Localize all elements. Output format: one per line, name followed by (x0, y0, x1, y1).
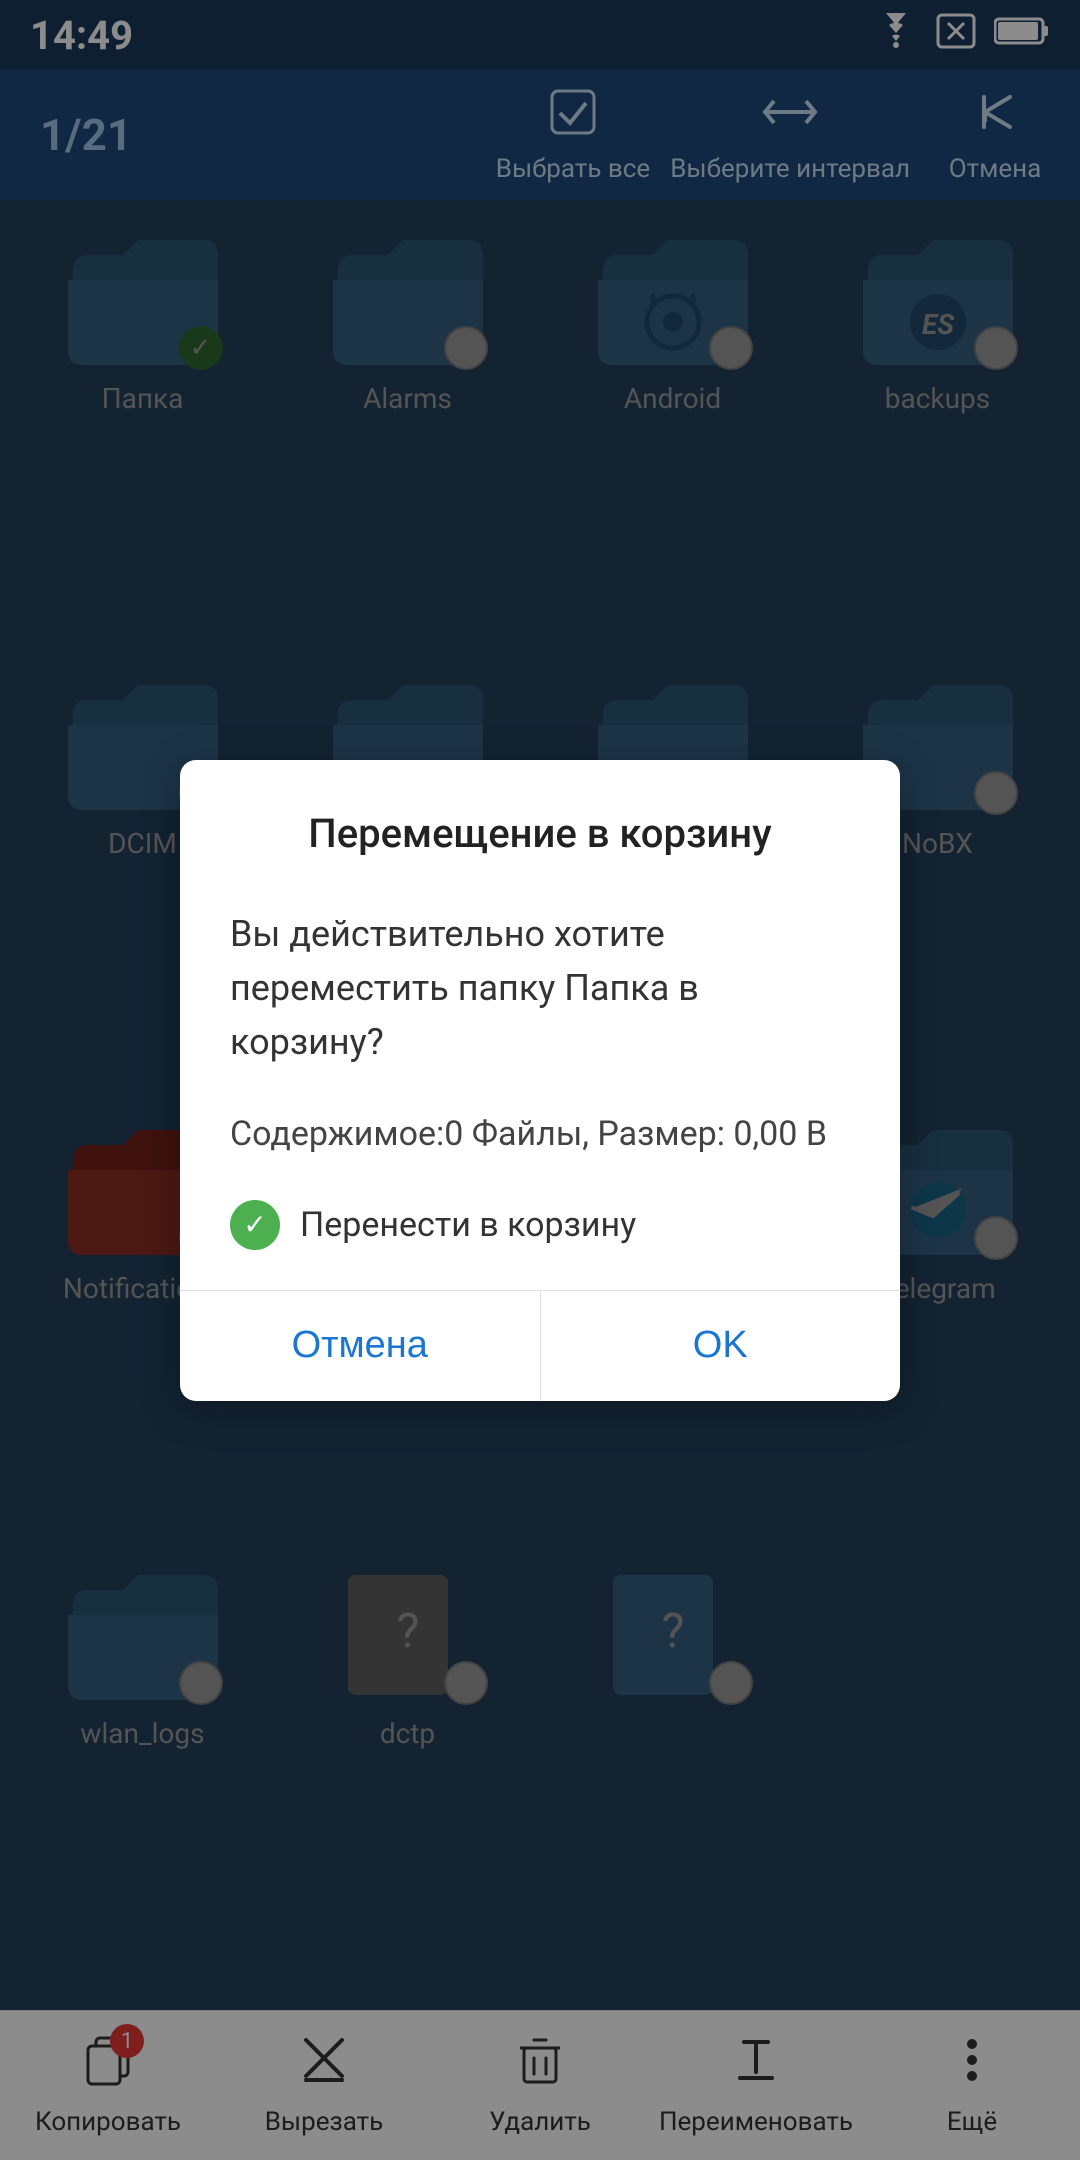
trash-confirm-modal: Перемещение в корзину Вы действительно х… (180, 760, 900, 1401)
modal-option-label: Перенести в корзину (300, 1205, 636, 1245)
modal-cancel-button[interactable]: Отмена (180, 1291, 540, 1401)
modal-option: ✓ Перенести в корзину (230, 1200, 850, 1250)
modal-info: Содержимое:0 Файлы, Размер: 0,00 В (230, 1109, 850, 1160)
modal-title: Перемещение в корзину (180, 760, 900, 887)
modal-message: Вы действительно хотите переместить папк… (230, 907, 850, 1069)
modal-ok-button[interactable]: OK (541, 1291, 901, 1401)
modal-body: Вы действительно хотите переместить папк… (180, 887, 900, 1290)
modal-buttons: Отмена OK (180, 1291, 900, 1401)
modal-overlay: Перемещение в корзину Вы действительно х… (0, 0, 1080, 2160)
option-check-icon: ✓ (230, 1200, 280, 1250)
